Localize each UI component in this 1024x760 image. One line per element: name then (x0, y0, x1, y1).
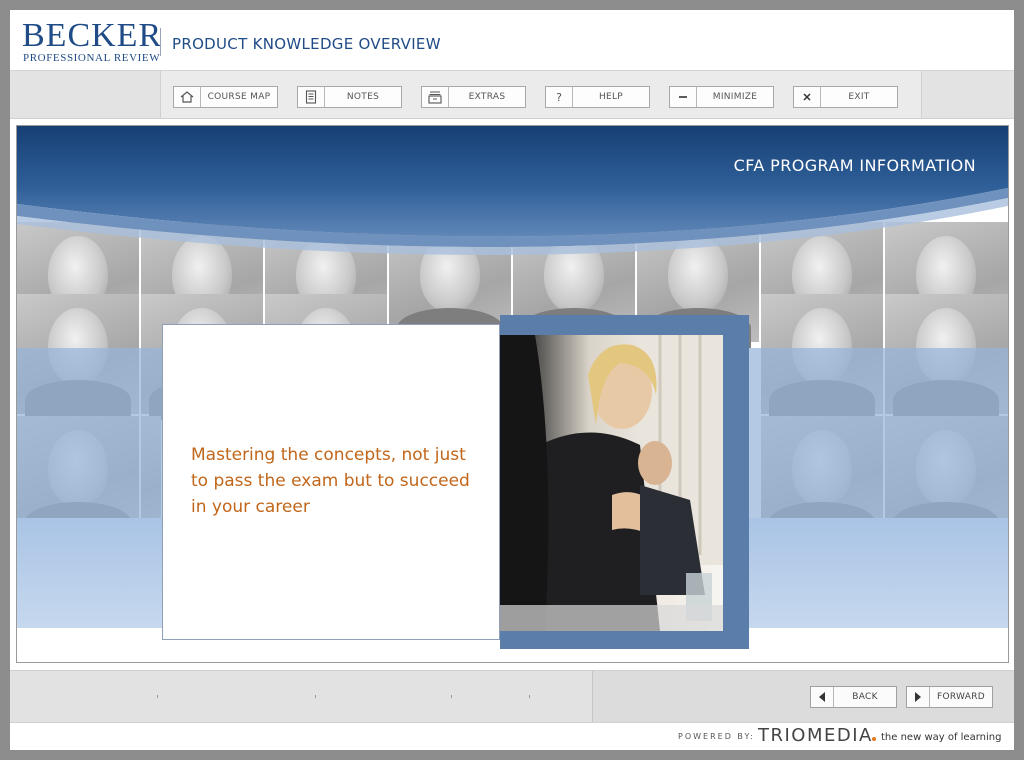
help-button[interactable]: ? HELP (545, 86, 650, 108)
forward-label: FORWARD (937, 692, 985, 702)
minimize-label: MINIMIZE (712, 92, 758, 102)
extras-button[interactable]: EXTRAS (421, 86, 526, 108)
section-title: CFA PROGRAM INFORMATION (733, 156, 976, 175)
file-box-icon (422, 87, 449, 107)
slide-content: CFA PROGRAM INFORMATION Mastering the co… (16, 125, 1009, 663)
logo-main-text: BECKER (22, 17, 163, 54)
toolbar-button-group: COURSE MAP NOTES EXTRAS ? HELP MINIMIZE … (160, 71, 922, 118)
minimize-button[interactable]: MINIMIZE (669, 86, 774, 108)
header: BECKER PROFESSIONAL REVIEW PRODUCT KNOWL… (10, 10, 1014, 71)
headline-text: Mastering the concepts, not just to pass… (191, 445, 470, 517)
app-window: BECKER PROFESSIONAL REVIEW PRODUCT KNOWL… (10, 10, 1014, 750)
document-icon (298, 87, 325, 107)
extras-label: EXTRAS (468, 92, 506, 102)
divider-dot (529, 695, 530, 698)
help-label: HELP (598, 92, 624, 102)
exit-button[interactable]: EXIT (793, 86, 898, 108)
logo-sub-text: PROFESSIONAL REVIEW (23, 52, 161, 64)
minus-icon (670, 87, 697, 107)
divider-dot (451, 695, 452, 698)
footer: POWERED BY: TRIOMEDIA the new way of lea… (10, 722, 1014, 750)
forward-button[interactable]: FORWARD (906, 686, 993, 708)
headline-card: Mastering the concepts, not just to pass… (162, 324, 500, 640)
notes-button[interactable]: NOTES (297, 86, 402, 108)
header-divider (160, 28, 161, 56)
becker-logo: BECKER PROFESSIONAL REVIEW (22, 18, 161, 65)
meeting-photo (500, 335, 723, 631)
close-icon (794, 87, 821, 107)
exit-label: EXIT (848, 92, 870, 102)
arrow-right-icon (907, 687, 930, 707)
back-label: BACK (852, 692, 878, 702)
arrow-left-icon (811, 687, 834, 707)
toolbar: COURSE MAP NOTES EXTRAS ? HELP MINIMIZE … (10, 71, 1014, 119)
question-icon: ? (546, 87, 573, 107)
powered-by-label: POWERED BY: (678, 732, 755, 741)
triomedia-logo-dot (872, 737, 876, 741)
header-banner (17, 126, 1008, 256)
navigation-bar: BACK FORWARD (10, 670, 1014, 723)
course-map-label: COURSE MAP (207, 92, 271, 102)
footer-tagline: the new way of learning (881, 732, 1002, 743)
home-icon (174, 87, 201, 107)
back-button[interactable]: BACK (810, 686, 897, 708)
notes-label: NOTES (346, 92, 380, 102)
course-title: PRODUCT KNOWLEDGE OVERVIEW (172, 35, 441, 53)
triomedia-logo: TRIOMEDIA (758, 725, 873, 746)
divider-dot (315, 695, 316, 698)
divider-dot (157, 695, 158, 698)
navigation-controls: BACK FORWARD (592, 671, 1014, 723)
course-map-button[interactable]: COURSE MAP (173, 86, 278, 108)
